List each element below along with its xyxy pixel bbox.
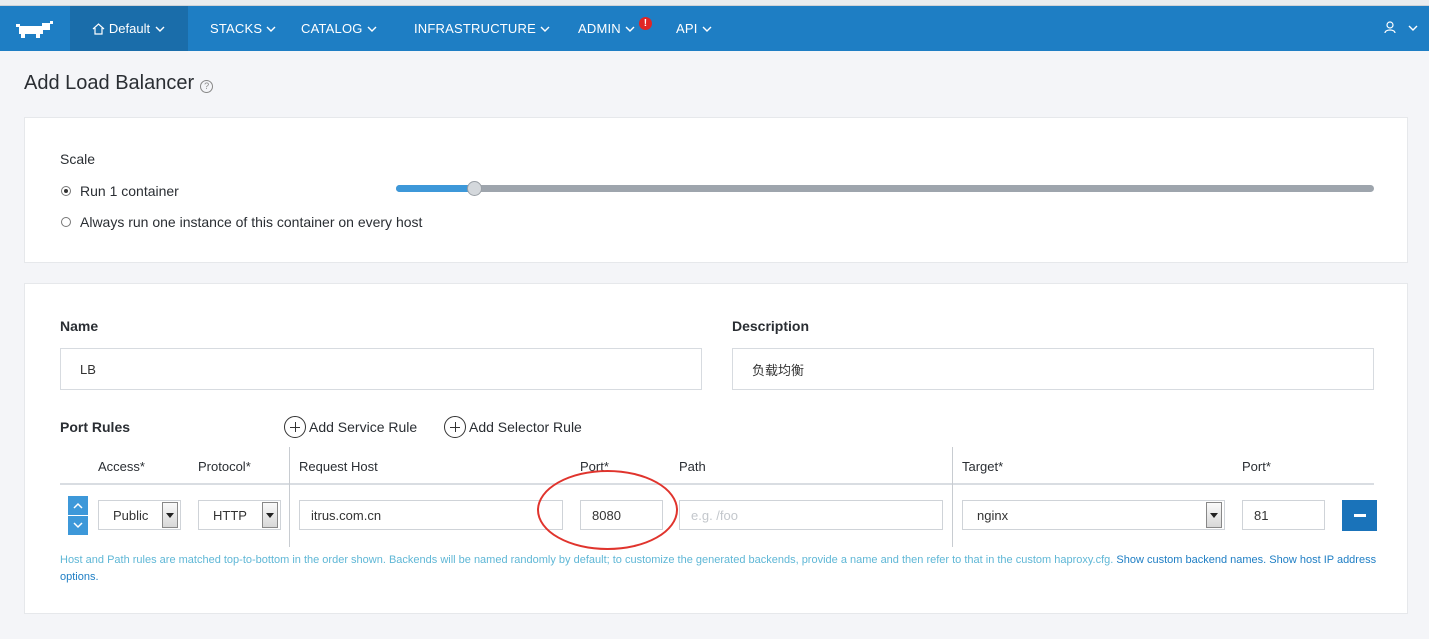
plus-circle-icon bbox=[284, 416, 306, 438]
nav-infrastructure-label: INFRASTRUCTURE bbox=[414, 21, 536, 36]
protocol-select[interactable]: HTTP bbox=[198, 500, 281, 530]
add-service-rule-button[interactable]: Add Service Rule bbox=[284, 416, 417, 438]
chevron-down-icon bbox=[367, 26, 377, 32]
path-placeholder: e.g. /foo bbox=[691, 507, 738, 523]
scale-slider[interactable] bbox=[396, 181, 1374, 196]
plus-circle-icon bbox=[444, 416, 466, 438]
description-input[interactable]: 负载均衡 bbox=[732, 348, 1374, 390]
name-input-value: LB bbox=[80, 361, 96, 377]
dropdown-arrow-icon bbox=[162, 502, 178, 528]
nav-catalog[interactable]: CATALOG bbox=[301, 21, 378, 36]
help-text-body: Host and Path rules are matched top-to-b… bbox=[60, 554, 1114, 566]
target-select-value: nginx bbox=[977, 507, 1009, 523]
chevron-down-icon bbox=[266, 26, 276, 32]
page-title-text: Add Load Balancer bbox=[24, 72, 195, 94]
header-request-host: Request Host bbox=[299, 459, 378, 474]
header-port: Port* bbox=[580, 459, 609, 474]
target-select[interactable]: nginx bbox=[962, 500, 1225, 530]
nav-api[interactable]: API bbox=[676, 21, 713, 36]
nav-admin[interactable]: ADMIN ! bbox=[578, 17, 652, 36]
table-header-divider bbox=[60, 483, 1374, 485]
dropdown-arrow-icon bbox=[1206, 502, 1222, 528]
port-rules-help-text: Host and Path rules are matched top-to-b… bbox=[60, 552, 1380, 586]
scale-card: Scale Run 1 container Always run one ins… bbox=[24, 117, 1408, 263]
user-icon[interactable] bbox=[1384, 21, 1396, 34]
show-custom-backend-names-link[interactable]: Show custom backend names. bbox=[1116, 554, 1266, 566]
chevron-down-icon bbox=[702, 26, 712, 32]
chevron-up-icon bbox=[73, 502, 83, 509]
environment-switcher[interactable]: Default bbox=[70, 6, 188, 51]
description-input-value: 负载均衡 bbox=[752, 362, 805, 378]
user-menu-chevron-icon[interactable] bbox=[1407, 23, 1419, 33]
nav-stacks-label: STACKS bbox=[210, 21, 263, 36]
load-balancer-form-card: Name LB Description 负载均衡 Port Rules Add … bbox=[24, 283, 1408, 614]
page-title: Add Load Balancer ? bbox=[24, 72, 214, 95]
scale-slider-fill bbox=[396, 185, 474, 192]
description-label: Description bbox=[732, 318, 810, 334]
chevron-down-icon bbox=[625, 26, 635, 32]
name-label: Name bbox=[60, 318, 99, 334]
move-down-button[interactable] bbox=[68, 516, 88, 535]
header-target: Target* bbox=[962, 459, 1004, 474]
nav-admin-label: ADMIN bbox=[578, 21, 621, 36]
radio-unselected-icon[interactable] bbox=[61, 217, 71, 227]
rancher-logo-icon[interactable] bbox=[0, 6, 70, 51]
scale-option-count-label: Run 1 container bbox=[80, 183, 179, 199]
target-port-input[interactable]: 81 bbox=[1242, 500, 1325, 530]
request-host-value: itrus.com.cn bbox=[311, 507, 382, 523]
header-path: Path bbox=[679, 459, 706, 474]
chevron-down-icon bbox=[540, 26, 550, 32]
home-icon bbox=[92, 22, 105, 35]
target-port-value: 81 bbox=[1254, 507, 1269, 523]
protocol-select-value: HTTP bbox=[213, 507, 247, 523]
nav-infrastructure[interactable]: INFRASTRUCTURE bbox=[414, 21, 551, 36]
name-input[interactable]: LB bbox=[60, 348, 702, 390]
remove-rule-button[interactable] bbox=[1342, 500, 1377, 531]
nav-api-label: API bbox=[676, 21, 698, 36]
scale-option-count[interactable]: Run 1 container bbox=[61, 183, 179, 199]
chevron-down-icon bbox=[155, 26, 165, 32]
source-port-input[interactable]: 8080 bbox=[580, 500, 663, 530]
chevron-down-icon bbox=[73, 522, 83, 529]
add-selector-rule-button[interactable]: Add Selector Rule bbox=[444, 416, 582, 438]
help-icon[interactable]: ? bbox=[200, 80, 214, 93]
request-host-input[interactable]: itrus.com.cn bbox=[299, 500, 563, 530]
scale-heading: Scale bbox=[60, 151, 96, 167]
source-port-value: 8080 bbox=[592, 507, 621, 523]
scale-option-global[interactable]: Always run one instance of this containe… bbox=[61, 214, 422, 230]
add-selector-rule-label: Add Selector Rule bbox=[469, 419, 582, 435]
port-rules-label: Port Rules bbox=[60, 419, 131, 435]
nav-stacks[interactable]: STACKS bbox=[210, 21, 277, 36]
top-navbar: Default STACKS CATALOG INFRASTRUCTURE AD… bbox=[0, 6, 1429, 51]
path-input[interactable]: e.g. /foo bbox=[679, 500, 943, 530]
admin-alert-badge: ! bbox=[639, 17, 652, 30]
table-column-divider bbox=[289, 447, 290, 547]
access-select-value: Public bbox=[113, 507, 149, 523]
environment-label: Default bbox=[108, 21, 151, 36]
header-protocol: Protocol* bbox=[198, 459, 251, 474]
scale-slider-handle[interactable] bbox=[467, 181, 482, 196]
nav-catalog-label: CATALOG bbox=[301, 21, 363, 36]
header-target-port: Port* bbox=[1242, 459, 1271, 474]
dropdown-arrow-icon bbox=[262, 502, 278, 528]
table-column-divider bbox=[952, 447, 953, 547]
scale-option-global-label: Always run one instance of this containe… bbox=[80, 214, 423, 230]
rule-reorder-control[interactable] bbox=[68, 496, 88, 535]
header-access: Access* bbox=[98, 459, 145, 474]
add-service-rule-label: Add Service Rule bbox=[309, 419, 418, 435]
access-select[interactable]: Public bbox=[98, 500, 181, 530]
radio-selected-icon[interactable] bbox=[61, 186, 71, 196]
move-up-button[interactable] bbox=[68, 496, 88, 515]
minus-icon bbox=[1353, 514, 1366, 517]
